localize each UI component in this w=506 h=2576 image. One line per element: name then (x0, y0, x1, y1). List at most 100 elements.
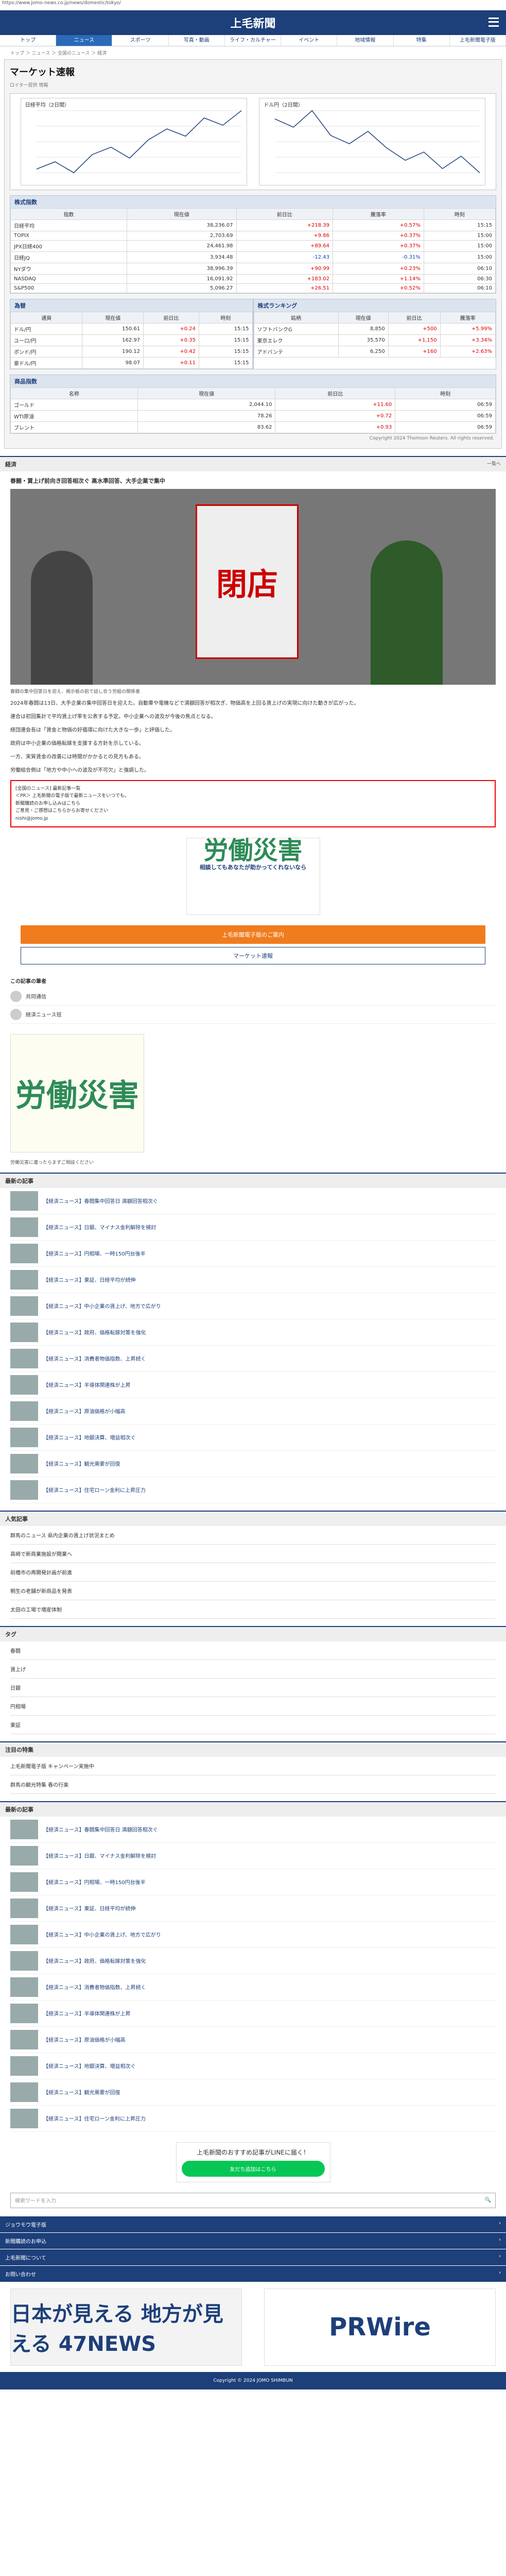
list-item[interactable]: 【経済ニュース】半導体関連株が上昇 (10, 2001, 496, 2027)
prwire-banner[interactable]: PRWire (264, 2288, 496, 2366)
nav-item[interactable]: ライフ・カルチャー (225, 35, 282, 46)
text-row[interactable]: 円相場 (10, 1697, 496, 1716)
index-row[interactable]: TOPIX 2,703.69 +9.86 +0.37% 15:00 (10, 231, 496, 241)
footer-line[interactable]: 新聞購読のお申し込みはこちら (15, 800, 491, 807)
footer-link[interactable]: 新聞購読のお申込 › (0, 2232, 506, 2249)
footer-line[interactable]: ご意見・ご感想はこちらからお寄せください (15, 807, 491, 815)
text-row[interactable]: 太田の工場で増産体制 (10, 1600, 496, 1619)
list-item[interactable]: 【経済ニュース】原油価格が小幅高 (10, 2027, 496, 2053)
rank-row[interactable]: ソフトバンクG 8,850 +500 +5.99% (253, 323, 496, 335)
commod-row[interactable]: WTI原油 78.26 +0.72 06:59 (10, 410, 496, 422)
commod-row[interactable]: ゴールド 2,044.10 +11.60 06:59 (10, 399, 496, 411)
market-button[interactable]: マーケット速報 (21, 946, 485, 964)
footer-link[interactable]: ジョウモウ電子版 › (0, 2216, 506, 2233)
list-item[interactable]: 【経済ニュース】東証、日経平均が続伸 (10, 1267, 496, 1293)
fx-row[interactable]: 豪ドル/円 98.07 +0.11 15:15 (10, 357, 253, 369)
list-item[interactable]: 【経済ニュース】住宅ローン金利に上昇圧力 (10, 2106, 496, 2132)
related-ad[interactable]: 労働災害 (10, 1033, 144, 1153)
nav-item[interactable]: トップ (0, 35, 57, 46)
text-row[interactable]: 群馬の観光特集 春の行楽 (10, 1775, 496, 1794)
rank-row[interactable]: 東京エレク 35,570 +1,150 +3.34% (253, 334, 496, 346)
list-item[interactable]: 【経済ニュース】日銀、マイナス金利解除を検討 (10, 1843, 496, 1869)
text-row[interactable]: 日銀 (10, 1679, 496, 1697)
more-link[interactable]: 一覧へ (487, 460, 501, 468)
search-box[interactable]: 検索ワードを入力 🔍 (10, 2192, 496, 2208)
writer-row[interactable]: 経済ニュース班 (10, 1006, 496, 1024)
list-item[interactable]: 【経済ニュース】春闘集中回答日 満額回答相次ぐ (10, 1188, 496, 1214)
menu-icon[interactable] (488, 18, 499, 27)
footer-link[interactable]: お問い合わせ › (0, 2265, 506, 2282)
footer-links: ジョウモウ電子版 › 新聞購読のお申込 › 上毛新聞について › お問い合わせ › (0, 2216, 506, 2282)
usdjpy-chart: ドル円（2日間） (259, 98, 486, 185)
list-item[interactable]: 【経済ニュース】地銀決算、増益相次ぐ (10, 2053, 496, 2079)
list-item[interactable]: 【経済ニュース】円相場、一時150円台後半 (10, 1869, 496, 1895)
list-item[interactable]: 【経済ニュース】地銀決算、増益相次ぐ (10, 1425, 496, 1451)
footer-line[interactable]: nishi@jomo.jp (15, 815, 491, 822)
list-item[interactable]: 【経済ニュース】日銀、マイナス金利解除を検討 (10, 1214, 496, 1241)
text-row[interactable]: 東証 (10, 1716, 496, 1734)
text-row[interactable]: 群馬のニュース 県内企業の賃上げ状況まとめ (10, 1526, 496, 1545)
list-item[interactable]: 【経済ニュース】半導体関連株が上昇 (10, 1372, 496, 1398)
search-icon[interactable]: 🔍 (485, 2197, 491, 2203)
cell: 06:59 (395, 410, 496, 422)
list-item[interactable]: 【経済ニュース】消費者物価指数、上昇続く (10, 1974, 496, 2001)
list-item[interactable]: 【経済ニュース】住宅ローン金利に上昇圧力 (10, 1477, 496, 1503)
nav-item[interactable]: スポーツ (112, 35, 169, 46)
nav-item[interactable]: 地域情報 (337, 35, 394, 46)
writer-row[interactable]: 共同通信 (10, 988, 496, 1006)
fx-row[interactable]: ユーロ/円 162.97 +0.35 15:15 (10, 334, 253, 346)
commod-title: 商品指数 (10, 375, 496, 387)
list-item[interactable]: 【経済ニュース】政府、価格転嫁対策を強化 (10, 1948, 496, 1974)
text-row[interactable]: 春闘 (10, 1641, 496, 1660)
fx-table: 通貨 現在値 前日比 時刻 ドル/円 150.61 +0.24 15:15 ユーロ/円 162.9… (10, 312, 253, 369)
list-item[interactable]: 【経済ニュース】中小企業の賃上げ、地方で広がり (10, 1922, 496, 1948)
cell: +218.39 (236, 219, 334, 231)
thumbnail (10, 2003, 38, 2023)
47news-banner[interactable]: 日本が見える 地方が見える 47NEWS (10, 2288, 242, 2366)
list-item[interactable]: 【経済ニュース】原油価格が小幅高 (10, 1398, 496, 1425)
list-item[interactable]: 【経済ニュース】観光需要が回復 (10, 1451, 496, 1477)
index-row[interactable]: NYダウ 38,996.39 +90.99 +0.23% 06:10 (10, 263, 496, 275)
breadcrumb[interactable]: トップ ＞ ニュース ＞ 全国のニュース ＞ 経済 (0, 46, 506, 59)
list-item-title: 【経済ニュース】観光需要が回復 (43, 1462, 120, 1468)
index-row[interactable]: 日経平均 38,236.07 +218.39 +0.57% 15:15 (10, 219, 496, 231)
footer-link[interactable]: 上毛新聞について › (0, 2249, 506, 2266)
ad-banner[interactable]: 労働災害 相談してもあなたが助かってくれないなら (186, 837, 320, 915)
list-item[interactable]: 【経済ニュース】中小企業の賃上げ、地方で広がり (10, 1293, 496, 1319)
nav-item[interactable]: 特集 (394, 35, 450, 46)
edition-button[interactable]: 上毛新聞電子版のご案内 (21, 925, 485, 944)
list-item[interactable]: 【経済ニュース】春闘集中回答日 満額回答相次ぐ (10, 1817, 496, 1843)
nav-item[interactable]: 写真・動画 (169, 35, 225, 46)
line-button[interactable]: 友だち追加はこちら (181, 2160, 325, 2177)
text-row[interactable]: 上毛新聞電子版 キャンペーン実施中 (10, 1757, 496, 1775)
search-input[interactable]: 検索ワードを入力 (15, 2196, 56, 2204)
text-row[interactable]: 桐生の老舗が新商品を発表 (10, 1582, 496, 1600)
commod-row[interactable]: ブレント 83.62 +0.93 06:59 (10, 421, 496, 433)
article-paragraph: 経団連会長は「賃金と物価の好循環に向けた大きな一歩」と評価した。 (10, 727, 175, 733)
list-item[interactable]: 【経済ニュース】観光需要が回復 (10, 2079, 496, 2106)
fx-row[interactable]: ポンド/円 190.12 +0.42 15:15 (10, 346, 253, 358)
latest2-list: 【経済ニュース】春闘集中回答日 満額回答相次ぐ 【経済ニュース】日銀、マイナス金利… (0, 1817, 506, 2132)
rank-row[interactable]: アドバンテ 6,250 +160 +2.63% (253, 346, 496, 358)
list-item[interactable]: 【経済ニュース】政府、価格転嫁対策を強化 (10, 1319, 496, 1346)
text-row[interactable]: 賃上げ (10, 1660, 496, 1679)
footer-line[interactable]: ＜PR＞ 上毛新聞の電子版で最新ニュースをいつでも。 (15, 792, 491, 800)
nav-item[interactable]: 上毛新聞電子版 (450, 35, 506, 46)
fx-row[interactable]: ドル/円 150.61 +0.24 15:15 (10, 323, 253, 335)
article-paragraph: 政府は中小企業の価格転嫁を支援する方針を示している。 (10, 741, 144, 747)
nav-item-news[interactable]: ニュース (56, 35, 113, 46)
text-row[interactable]: 前橋市の再開発計画が前進 (10, 1563, 496, 1582)
writers-title: この記事の筆者 (10, 978, 46, 985)
index-row[interactable]: NASDAQ 16,091.92 +183.02 +1.14% 06:30 (10, 274, 496, 284)
footer-line[interactable]: [全国のニュース] 最新記事一覧 (15, 785, 491, 792)
list-item[interactable]: 【経済ニュース】円相場、一時150円台後半 (10, 1241, 496, 1267)
list-item[interactable]: 【経済ニュース】東証、日経平均が続伸 (10, 1895, 496, 1922)
text-row[interactable]: 高崎で新商業施設が開業へ (10, 1545, 496, 1563)
index-row[interactable]: S&P500 5,096.27 +26.51 +0.52% 06:10 (10, 283, 496, 293)
index-row[interactable]: JPX日経400 24,461.98 +89.64 +0.37% 15:00 (10, 240, 496, 252)
nav-item[interactable]: イベント (281, 35, 338, 46)
index-row[interactable]: 日経JQ 3,934.48 -12.43 -0.31% 15:00 (10, 251, 496, 263)
article-paragraph: 2024年春闘は13日、大手企業の集中回答日を迎えた。自動車や電機などで満額回答… (10, 701, 359, 706)
list-item[interactable]: 【経済ニュース】消費者物価指数、上昇続く (10, 1346, 496, 1372)
site-logo[interactable]: 上毛新聞 (230, 14, 275, 31)
